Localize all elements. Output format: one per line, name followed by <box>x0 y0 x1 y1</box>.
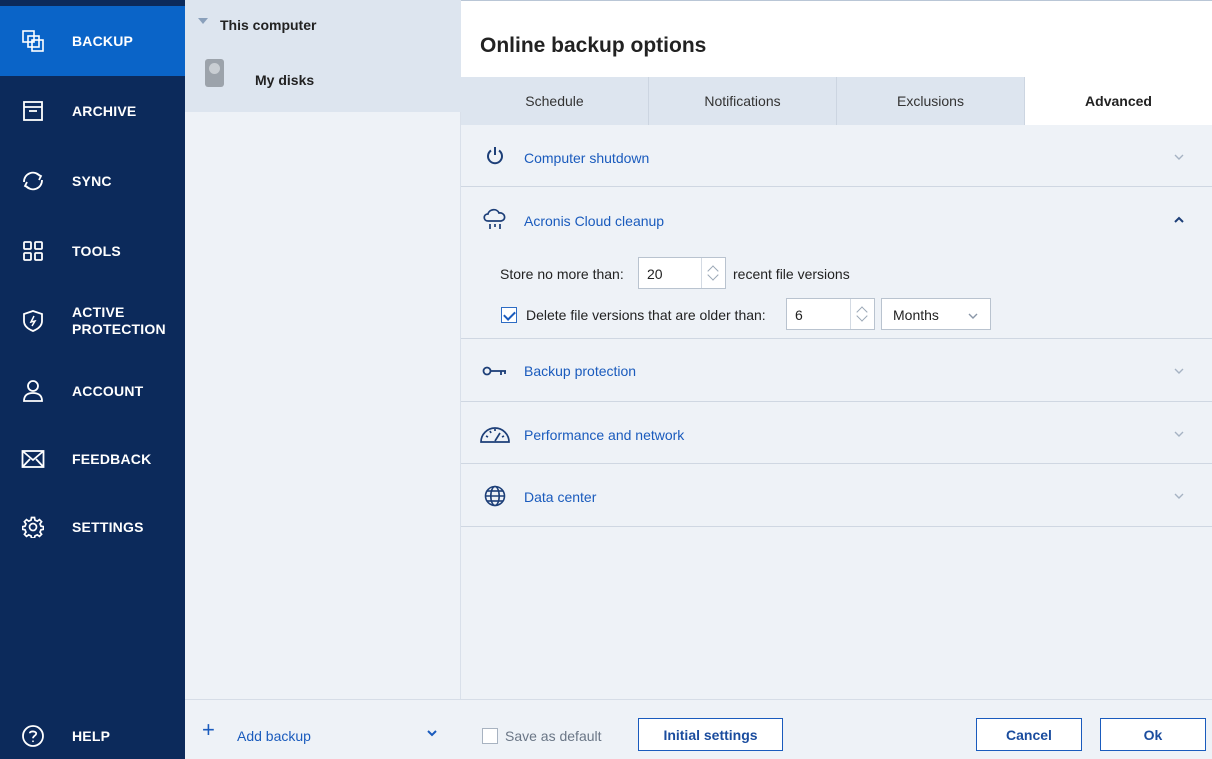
page-title: Online backup options <box>480 34 707 57</box>
power-icon <box>481 144 509 168</box>
delete-age-unit-value: Months <box>893 307 939 323</box>
user-icon <box>20 378 46 404</box>
store-label: Store no more than: <box>500 266 624 282</box>
initial-settings-button[interactable]: Initial settings <box>638 718 783 751</box>
collapse-triangle-icon <box>198 18 208 24</box>
delete-old-versions-checkbox[interactable] <box>501 307 517 323</box>
section-data-center[interactable]: Data center <box>461 464 1212 527</box>
stepper-arrows[interactable] <box>850 299 874 329</box>
chevron-down-icon[interactable] <box>1172 427 1186 441</box>
nav-item-feedback[interactable]: FEEDBACK <box>0 424 185 494</box>
section-backup-protection[interactable]: Backup protection <box>461 339 1212 402</box>
nav-label-backup: BACKUP <box>72 32 134 49</box>
nav-item-backup[interactable]: BACKUP <box>0 6 185 76</box>
delete-age-stepper[interactable]: 6 <box>786 298 875 330</box>
nav-item-settings[interactable]: SETTINGS <box>0 492 185 562</box>
section-title-shutdown: Computer shutdown <box>524 150 650 166</box>
save-as-default-checkbox[interactable] <box>482 728 498 744</box>
nav-label-account: ACCOUNT <box>72 382 144 399</box>
nav-item-active-protection[interactable]: ACTIVE PROTECTION <box>0 286 185 356</box>
tools-icon <box>20 238 46 264</box>
chevron-down-icon[interactable] <box>1172 364 1186 378</box>
nav-label-archive: ARCHIVE <box>72 102 137 119</box>
nav-label-help: HELP <box>72 727 111 744</box>
stepper-arrows[interactable] <box>701 258 725 288</box>
nav-item-archive[interactable]: ARCHIVE <box>0 76 185 146</box>
nav-label-tools: TOOLS <box>72 242 121 259</box>
tab-exclusions[interactable]: Exclusions <box>837 77 1025 125</box>
nav-label-sync: SYNC <box>72 172 112 189</box>
chevron-up-icon[interactable] <box>1172 213 1186 227</box>
options-header: Online backup options <box>461 0 1212 77</box>
cancel-button[interactable]: Cancel <box>976 718 1082 751</box>
source-group-label: This computer <box>220 17 317 33</box>
ok-button[interactable]: Ok <box>1100 718 1206 751</box>
nav-label-active-protection: ACTIVE PROTECTION <box>72 304 166 337</box>
globe-icon <box>481 484 509 508</box>
cloud-icon <box>481 207 509 231</box>
options-panel: Online backup options Schedule Notificat… <box>461 0 1212 759</box>
options-tabs: Schedule Notifications Exclusions Advanc… <box>461 77 1212 125</box>
section-title-performance: Performance and network <box>524 427 685 443</box>
speedometer-icon <box>479 422 511 446</box>
tab-advanced[interactable]: Advanced <box>1025 77 1212 125</box>
nav-item-tools[interactable]: TOOLS <box>0 216 185 286</box>
chevron-down-icon <box>967 309 979 321</box>
chevron-down-icon[interactable] <box>425 726 439 740</box>
nav-label-feedback: FEEDBACK <box>72 450 152 467</box>
plus-icon[interactable]: + <box>202 719 215 741</box>
section-cloud-cleanup: Acronis Cloud cleanup Store no more than… <box>461 187 1212 339</box>
options-footer: Save as default Initial settings Cancel … <box>461 699 1212 759</box>
archive-icon <box>20 98 46 124</box>
store-versions-stepper[interactable]: 20 <box>638 257 726 289</box>
nav-item-account[interactable]: ACCOUNT <box>0 356 185 426</box>
tab-schedule[interactable]: Schedule <box>461 77 649 125</box>
nav-item-help[interactable]: HELP <box>0 701 185 759</box>
store-versions-value[interactable]: 20 <box>647 266 663 282</box>
section-title-cleanup[interactable]: Acronis Cloud cleanup <box>524 213 664 229</box>
nav-label-settings: SETTINGS <box>72 518 144 535</box>
backup-icon <box>20 28 46 54</box>
delete-label: Delete file versions that are older than… <box>526 307 766 323</box>
save-as-default-label[interactable]: Save as default <box>505 728 602 744</box>
backup-sources-panel: This computer My disks + Add backup <box>185 0 461 759</box>
chevron-down-icon[interactable] <box>1172 150 1186 164</box>
chevron-down-icon[interactable] <box>1172 489 1186 503</box>
disk-icon <box>205 59 224 87</box>
shield-icon <box>20 308 46 334</box>
add-backup-button[interactable]: Add backup <box>237 728 311 744</box>
delete-age-unit-select[interactable]: Months <box>881 298 991 330</box>
backup-item-my-disks[interactable]: My disks <box>185 42 461 112</box>
section-title-protection: Backup protection <box>524 363 637 379</box>
section-title-datacenter: Data center <box>524 489 597 505</box>
store-suffix: recent file versions <box>733 266 850 282</box>
sync-icon <box>20 168 46 194</box>
source-group-header[interactable]: This computer <box>185 0 461 42</box>
main-nav: BACKUP ARCHIVE SYNC TOOLS ACTIVE PROTECT… <box>0 0 185 759</box>
envelope-icon <box>20 446 46 472</box>
gear-icon <box>20 514 46 540</box>
add-backup-bar: + Add backup <box>185 699 461 759</box>
help-icon <box>20 723 46 749</box>
nav-item-sync[interactable]: SYNC <box>0 146 185 216</box>
backup-item-label: My disks <box>255 72 315 88</box>
section-computer-shutdown[interactable]: Computer shutdown <box>461 125 1212 187</box>
section-performance-network[interactable]: Performance and network <box>461 402 1212 464</box>
delete-age-value[interactable]: 6 <box>795 307 803 323</box>
tab-notifications[interactable]: Notifications <box>649 77 837 125</box>
key-icon <box>481 359 509 383</box>
